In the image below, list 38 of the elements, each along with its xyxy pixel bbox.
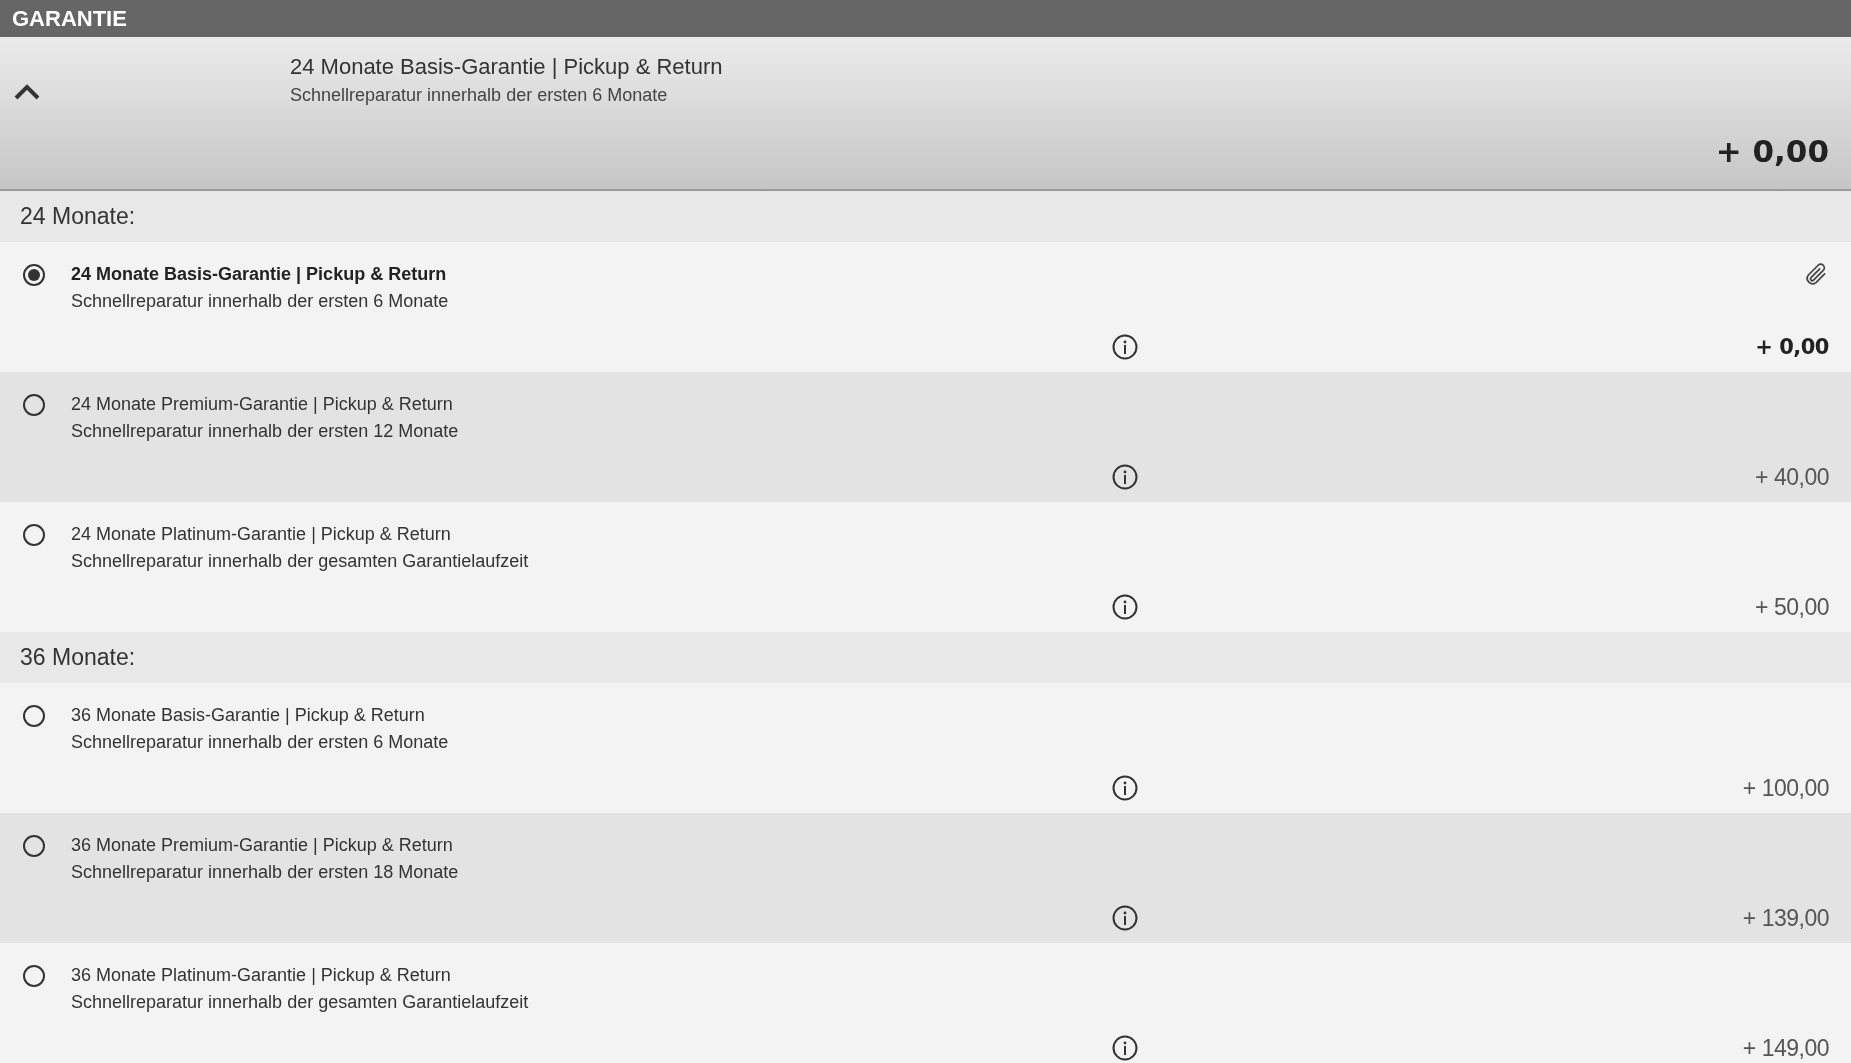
radio-button[interactable]: [23, 705, 45, 727]
radio-button[interactable]: [23, 835, 45, 857]
total-price: + 0,00: [1715, 133, 1829, 169]
info-icon[interactable]: [1112, 905, 1138, 931]
price: + 100,00: [1742, 775, 1829, 803]
chevron-up-icon[interactable]: [13, 82, 41, 102]
info-icon[interactable]: [1112, 775, 1138, 801]
option-title: 36 Monate Platinum-Garantie | Pickup & Return: [71, 964, 452, 987]
option-description: Schnellreparatur innerhalb der gesamten Garantielaufzeit: [71, 991, 530, 1014]
option-title: 36 Monate Basis-Garantie | Pickup & Return: [71, 704, 426, 727]
option-description: Schnellreparatur innerhalb der ersten 12 Monate: [71, 420, 460, 443]
radio-button[interactable]: [23, 394, 45, 416]
radio-button[interactable]: [23, 524, 45, 546]
selected-title: 24 Monate Basis-Garantie | Pickup & Return: [290, 53, 724, 81]
price: + 149,00: [1742, 1035, 1829, 1063]
option-description: Schnellreparatur innerhalb der ersten 6 Monate: [71, 731, 450, 754]
price: + 139,00: [1742, 905, 1829, 933]
info-icon[interactable]: [1112, 334, 1138, 360]
section-title: GARANTIE: [0, 0, 1851, 37]
summary-panel[interactable]: 24 Monate Basis-Garantie | Pickup & Return Schnellreparatur innerhalb der ersten 6 Monate + 0,00: [0, 37, 1851, 191]
option-description: Schnellreparatur innerhalb der ersten 6 Monate: [71, 290, 450, 313]
option-description: Schnellreparatur innerhalb der gesamten Garantielaufzeit: [71, 550, 530, 573]
group-heading: 24 Monate:: [0, 191, 1851, 242]
selected-description: Schnellreparatur innerhalb der ersten 6 Monate: [290, 84, 669, 107]
info-icon[interactable]: [1112, 464, 1138, 490]
price: + 50,00: [1755, 594, 1829, 622]
option-title: 24 Monate Platinum-Garantie | Pickup & Return: [71, 523, 452, 546]
radio-button[interactable]: [23, 264, 45, 286]
option-title: 24 Monate Premium-Garantie | Pickup & Return: [71, 393, 454, 416]
option-title: 36 Monate Premium-Garantie | Pickup & Return: [71, 834, 454, 857]
radio-button[interactable]: [23, 965, 45, 987]
price: + 40,00: [1755, 464, 1829, 492]
group-heading: 36 Monate:: [0, 632, 1851, 683]
info-icon[interactable]: [1112, 594, 1138, 620]
option-description: Schnellreparatur innerhalb der ersten 18 Monate: [71, 861, 460, 884]
price: + 0,00: [1755, 334, 1829, 361]
info-icon[interactable]: [1112, 1035, 1138, 1061]
option-title: 24 Monate Basis-Garantie | Pickup & Return: [71, 263, 448, 286]
